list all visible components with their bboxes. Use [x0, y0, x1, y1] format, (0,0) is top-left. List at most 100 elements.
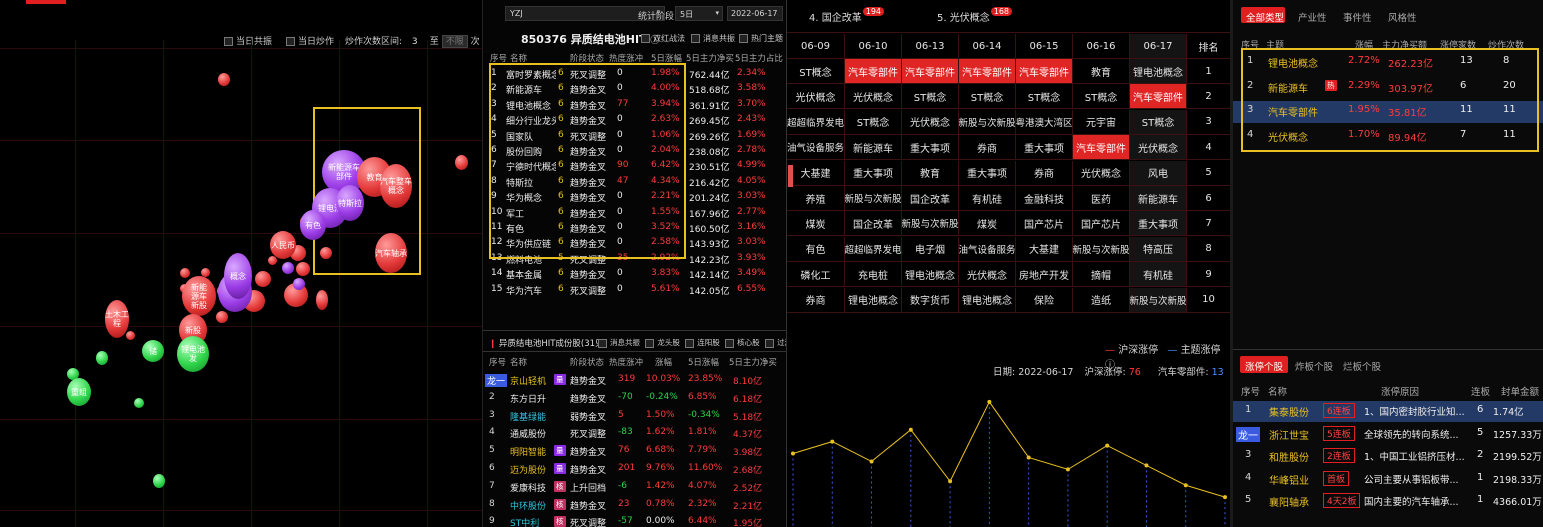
theme-cell[interactable]: 新股与次新股 [902, 211, 959, 237]
theme-bubble[interactable] [216, 311, 228, 323]
theme-cell[interactable]: 券商 [959, 135, 1016, 161]
theme-cell[interactable]: 重大事项 [902, 135, 959, 161]
theme-bubble[interactable]: 锂电池 发 [177, 336, 209, 372]
theme-cell[interactable]: 锂电池概念 [845, 287, 902, 313]
theme-cell[interactable]: ST概念 [959, 84, 1016, 110]
theme-cell[interactable]: ST概念 [845, 109, 902, 135]
theme-cell[interactable]: 煤炭 [787, 211, 845, 237]
theme-bubble[interactable] [218, 73, 230, 86]
sub-opt[interactable]: 连阳股 [685, 338, 720, 348]
theme-cell[interactable]: 汽车零部件 [902, 59, 959, 84]
tab-rotten[interactable]: 烂板个股 [1343, 359, 1381, 373]
table-row[interactable]: 龙一 京山轻机量趋势金叉 319 10.03% 23.85% 8.10亿 [483, 372, 786, 389]
table-row[interactable]: 6 迈为股份量趋势金叉 201 9.76% 11.60% 2.68亿 [483, 461, 786, 478]
theme-bubble[interactable] [455, 155, 468, 170]
data-point[interactable] [1026, 455, 1031, 460]
date-header[interactable]: 06-13 [902, 34, 959, 59]
theme-cell[interactable]: 锂电池概念 [1130, 59, 1187, 84]
theme-cell[interactable]: 房地产开发 [1016, 262, 1073, 288]
stock-row[interactable]: 4 华峰铝业 首板 公司主要从事铝板带... 1 2198.33万 [1233, 469, 1543, 490]
theme-cell[interactable]: 风电 [1130, 160, 1187, 186]
stage-select[interactable]: 5日 ▾ [675, 6, 723, 21]
theme-cell[interactable]: 有色 [787, 236, 845, 262]
theme-bubble[interactable] [296, 262, 310, 276]
tab-broken[interactable]: 炸板个股 [1295, 359, 1333, 373]
data-point[interactable] [1144, 463, 1149, 468]
theme-cell[interactable]: 油气设备服务 [959, 236, 1016, 262]
data-point[interactable] [1223, 495, 1227, 500]
theme-cell[interactable]: 磷化工 [787, 262, 845, 288]
today-limit-toggle[interactable]: 当日共振 [224, 34, 272, 47]
theme-bubble[interactable] [255, 271, 271, 287]
theme-bubble[interactable] [153, 474, 165, 488]
theme-cell[interactable]: 汽车零部件 [959, 59, 1016, 84]
theme-cell[interactable]: 券商 [1016, 160, 1073, 186]
theme-cell[interactable]: 光伏概念 [959, 262, 1016, 288]
checkbox-icon[interactable] [224, 37, 233, 46]
theme-cell[interactable]: 新能源车 [845, 135, 902, 161]
theme-cell[interactable]: 光伏概念 [1130, 135, 1187, 161]
theme-cell[interactable]: 光伏概念 [902, 109, 959, 135]
theme-cell[interactable]: 国企改革 [902, 186, 959, 211]
table-row[interactable]: 7 爱康科技核上升回档 -6 1.42% 4.07% 2.52亿 [483, 479, 786, 496]
opt-news[interactable]: 消息共振 [691, 33, 735, 44]
theme-cell[interactable]: 数字货币 [902, 287, 959, 313]
date-header[interactable]: 06-15 [1016, 34, 1073, 59]
table-row[interactable]: 4 通威股份 死叉调整 -83 1.62% 1.81% 4.37亿 [483, 425, 786, 442]
theme-cell[interactable]: 教育 [902, 160, 959, 186]
today-hype-toggle[interactable]: 当日炒作 [286, 34, 334, 47]
date-header[interactable]: 06-14 [959, 34, 1016, 59]
table-row[interactable]: 9 ST中利 核死叉调整 -57 0.00% 6.44% 1.95亿 [483, 514, 786, 527]
date-picker[interactable]: 2022-06-17 [727, 6, 783, 21]
chevron-down-icon[interactable]: ▾ [715, 9, 719, 17]
data-point[interactable] [987, 399, 992, 404]
theme-cell[interactable]: 教育 [1073, 59, 1130, 84]
theme-bubble[interactable] [96, 351, 108, 365]
theme-bubble[interactable]: 汽车轴承 [375, 233, 407, 273]
theme-cell[interactable]: 汽车零部件 [1073, 135, 1130, 161]
theme-cell[interactable]: 重大事项 [1130, 211, 1187, 237]
theme-cell[interactable]: 汽车零部件 [1016, 59, 1073, 84]
theme-cell[interactable]: 元宇宙 [1073, 109, 1130, 135]
tab-state-reform[interactable]: 4. 国企改革194 [809, 7, 885, 24]
theme-cell[interactable]: 保险 [1016, 287, 1073, 313]
data-point[interactable] [830, 439, 835, 444]
theme-bubble[interactable]: 人民币 [270, 231, 296, 259]
theme-cell[interactable]: 锂电池概念 [902, 262, 959, 288]
theme-cell[interactable]: 光伏概念 [1073, 160, 1130, 186]
data-point[interactable] [1183, 483, 1188, 488]
theme-cell[interactable]: 特高压 [1130, 236, 1187, 262]
theme-cell[interactable]: ST概念 [902, 84, 959, 110]
theme-bubble[interactable] [180, 268, 190, 278]
opt-hot-theme[interactable]: 热门主题 [739, 33, 783, 44]
opt-dual-red[interactable]: 双红战法 [641, 33, 685, 44]
checkbox-icon[interactable] [286, 37, 295, 46]
data-point[interactable] [948, 479, 953, 484]
theme-cell[interactable]: 国产芯片 [1016, 211, 1073, 237]
theme-cell[interactable]: ST概念 [787, 59, 845, 84]
sub-opt[interactable]: 核心股 [725, 338, 760, 348]
stock-row[interactable]: 龙一 浙江世宝 5连板 全球领先的转向系统... 5 1257.33万 [1233, 424, 1543, 445]
table-row[interactable]: 5 明阳智能量趋势金叉 76 6.68% 7.79% 3.98亿 [483, 443, 786, 460]
theme-bubble[interactable] [282, 262, 294, 274]
data-point[interactable] [791, 451, 795, 456]
theme-bubble[interactable]: 重组 [67, 378, 91, 406]
theme-cell[interactable]: 充电桩 [845, 262, 902, 288]
theme-cell[interactable]: 重大事项 [1016, 135, 1073, 161]
sub-opt[interactable]: 消息共振 [598, 338, 640, 348]
theme-bubble[interactable] [293, 278, 305, 290]
theme-cell[interactable]: 光伏概念 [845, 84, 902, 110]
theme-cell[interactable]: 油气设备服务 [787, 135, 845, 161]
theme-bubble[interactable] [316, 290, 328, 310]
search-input[interactable]: YZJ [510, 9, 523, 18]
theme-cell[interactable]: 新股与次新股 [1073, 236, 1130, 262]
date-header[interactable]: 06-17 [1130, 34, 1187, 59]
theme-cell[interactable]: 金融科技 [1016, 186, 1073, 211]
tab-industry[interactable]: 产业性 [1298, 10, 1327, 24]
theme-cell[interactable]: 新能源车 [1130, 186, 1187, 211]
theme-cell[interactable]: 券商 [787, 287, 845, 313]
theme-cell[interactable]: 新股与次新股 [1130, 287, 1187, 313]
theme-cell[interactable]: 摘帽 [1073, 262, 1130, 288]
theme-cell[interactable]: 有机硅 [1130, 262, 1187, 288]
theme-cell[interactable]: ST概念 [1130, 109, 1187, 135]
